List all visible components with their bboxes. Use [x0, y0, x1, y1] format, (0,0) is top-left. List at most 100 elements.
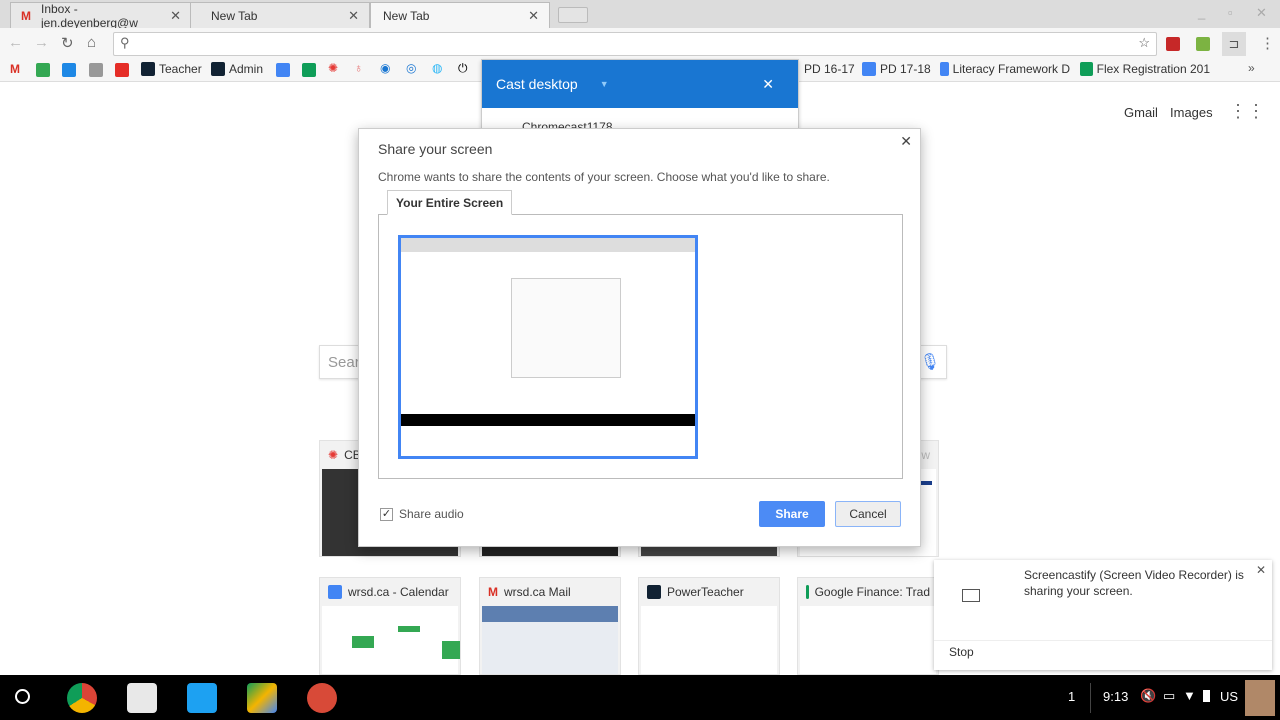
tab-label: New Tab: [383, 8, 430, 23]
tile-powerteacher[interactable]: PowerTeacher: [638, 577, 780, 675]
home-icon[interactable]: ⌂: [87, 34, 96, 51]
drive-bookmark-icon[interactable]: [36, 63, 50, 77]
bookmark-icon[interactable]: [89, 63, 103, 77]
tab-label: Inbox - jen.deyenberg@w: [41, 1, 138, 30]
notification-count[interactable]: 1: [1068, 689, 1075, 704]
cast-close-icon[interactable]: ✕: [762, 76, 774, 93]
tile-thumbnail: [641, 606, 777, 674]
powerschool-icon: [647, 585, 661, 599]
share-button[interactable]: Share: [759, 501, 825, 527]
close-tab-icon[interactable]: ✕: [528, 8, 539, 24]
close-tab-icon[interactable]: ✕: [170, 8, 181, 24]
menu-icon[interactable]: ⋮: [1260, 34, 1275, 52]
dialog-description: Chrome wants to share the contents of yo…: [378, 170, 830, 184]
cast-source-dropdown-icon[interactable]: ▼: [600, 79, 609, 89]
omnibox-input[interactable]: [140, 35, 1130, 53]
tile-thumbnail: [322, 606, 460, 674]
chrome-app-icon[interactable]: [67, 683, 97, 713]
bookmark-star-icon[interactable]: ☆: [1138, 35, 1150, 51]
screen-thumbnail[interactable]: [398, 235, 698, 459]
new-tab-button[interactable]: [558, 7, 588, 23]
tile-calendar[interactable]: wrsd.ca - Calendar: [319, 577, 461, 675]
clock[interactable]: 9:13: [1103, 689, 1128, 704]
bookmark-pd-16-17[interactable]: PD 16-17: [804, 62, 855, 76]
share-screen-dialog: ✕ Share your screen Chrome wants to shar…: [358, 128, 921, 547]
youtube-bookmark-icon[interactable]: [115, 63, 129, 77]
cancel-button[interactable]: Cancel: [835, 501, 901, 527]
cast-dialog: Cast desktop ▼ ✕ Chromecast1178: [481, 59, 799, 134]
tab-inbox[interactable]: M Inbox - jen.deyenberg@w ✕: [10, 1, 192, 30]
images-link[interactable]: Images: [1170, 105, 1213, 120]
apps-grid-icon[interactable]: ⋮⋮: [1229, 101, 1265, 122]
tab-new-1[interactable]: New Tab ✕: [190, 2, 370, 28]
search-placeholder: Sear: [328, 354, 360, 371]
tab-strip: M Inbox - jen.deyenberg@w ✕ New Tab ✕ New T…: [0, 0, 1280, 30]
dialog-close-icon[interactable]: ✕: [900, 133, 912, 150]
cast-title: Cast desktop: [496, 76, 578, 92]
stop-sharing-button[interactable]: Stop: [949, 645, 974, 659]
screencastify-app-icon[interactable]: [307, 683, 337, 713]
forward-icon[interactable]: →: [34, 34, 49, 51]
reload-icon[interactable]: ↻: [61, 34, 74, 52]
cbc-bookmark-icon[interactable]: ✺: [328, 61, 338, 75]
docs-icon: [940, 62, 949, 76]
wifi-bookmark-icon[interactable]: ◉: [380, 61, 390, 75]
calendar-bookmark-icon[interactable]: [276, 63, 290, 77]
minimize-icon[interactable]: _: [1198, 5, 1205, 20]
cbc-icon: ✺: [328, 448, 339, 462]
notification-close-icon[interactable]: ✕: [1256, 563, 1266, 577]
maximize-icon[interactable]: ▫: [1228, 5, 1233, 20]
omnibox[interactable]: ⚲ ☆: [113, 32, 1157, 56]
source-list: [378, 214, 903, 479]
bookmark-flex-registration[interactable]: Flex Registration 201: [1080, 62, 1210, 76]
battery-icon[interactable]: [1203, 690, 1210, 702]
calendar-icon: [328, 585, 342, 599]
tab-entire-screen[interactable]: Your Entire Screen: [387, 190, 513, 215]
gmail-icon: M: [21, 8, 31, 23]
input-method[interactable]: US: [1220, 689, 1238, 704]
compass-bookmark-icon[interactable]: ◍: [432, 61, 442, 75]
docs-icon: [862, 62, 876, 76]
gmail-link[interactable]: Gmail: [1124, 105, 1158, 120]
drive-app-icon[interactable]: [247, 683, 277, 713]
close-window-icon[interactable]: ✕: [1256, 5, 1267, 21]
user-avatar[interactable]: [1245, 680, 1275, 716]
tab-new-2[interactable]: New Tab ✕: [370, 2, 550, 28]
idea-bookmark-icon[interactable]: ♁: [354, 61, 363, 75]
microphone-icon[interactable]: 🎙: [920, 352, 940, 372]
more-bookmarks-icon[interactable]: »: [1248, 61, 1255, 75]
twitter-bookmark-icon[interactable]: [62, 63, 76, 77]
power-bookmark-icon[interactable]: ⏻: [458, 61, 468, 76]
gmail-app-icon[interactable]: [127, 683, 157, 713]
wifi-icon[interactable]: ▼: [1183, 688, 1196, 703]
user-bookmark-icon[interactable]: ◎: [406, 61, 416, 75]
bookmark-label: Teacher: [159, 62, 202, 76]
gmail-bookmark-icon[interactable]: M: [10, 62, 20, 76]
launcher-icon[interactable]: [15, 689, 30, 704]
tile-google-finance[interactable]: Google Finance: Trad: [797, 577, 939, 675]
bookmark-label: PD 16-17: [804, 62, 855, 76]
finance-icon: [806, 585, 809, 599]
sheets-icon: [1080, 62, 1093, 76]
mute-icon[interactable]: 🔇: [1140, 688, 1156, 704]
powerschool-icon: [141, 62, 155, 76]
bookmark-literacy-framework[interactable]: Literacy Framework D: [940, 62, 1070, 76]
bookmark-pd-17-18[interactable]: PD 17-18: [862, 62, 931, 76]
back-icon[interactable]: ←: [8, 34, 23, 51]
tile-thumbnail: [800, 606, 936, 674]
checkbox-checked-icon: ✓: [380, 507, 393, 521]
sheets-bookmark-icon[interactable]: [302, 63, 316, 77]
share-audio-checkbox[interactable]: ✓ Share audio: [380, 507, 464, 521]
bookmark-teacher[interactable]: Teacher: [141, 62, 202, 76]
tile-mail[interactable]: Mwrsd.ca Mail: [479, 577, 621, 675]
tab-label: New Tab: [211, 8, 258, 23]
close-tab-icon[interactable]: ✕: [348, 8, 359, 24]
bookmark-admin[interactable]: Admin: [211, 62, 263, 76]
cast-status-icon[interactable]: ▭: [1163, 688, 1175, 704]
screencastify-extension-icon[interactable]: [1166, 37, 1180, 51]
bookmark-label: Literacy Framework D: [952, 62, 1070, 76]
gmail-icon: M: [488, 585, 498, 599]
extension-icon[interactable]: [1196, 37, 1210, 51]
twitter-app-icon[interactable]: [187, 683, 217, 713]
cast-icon[interactable]: ⊐: [1222, 32, 1246, 56]
